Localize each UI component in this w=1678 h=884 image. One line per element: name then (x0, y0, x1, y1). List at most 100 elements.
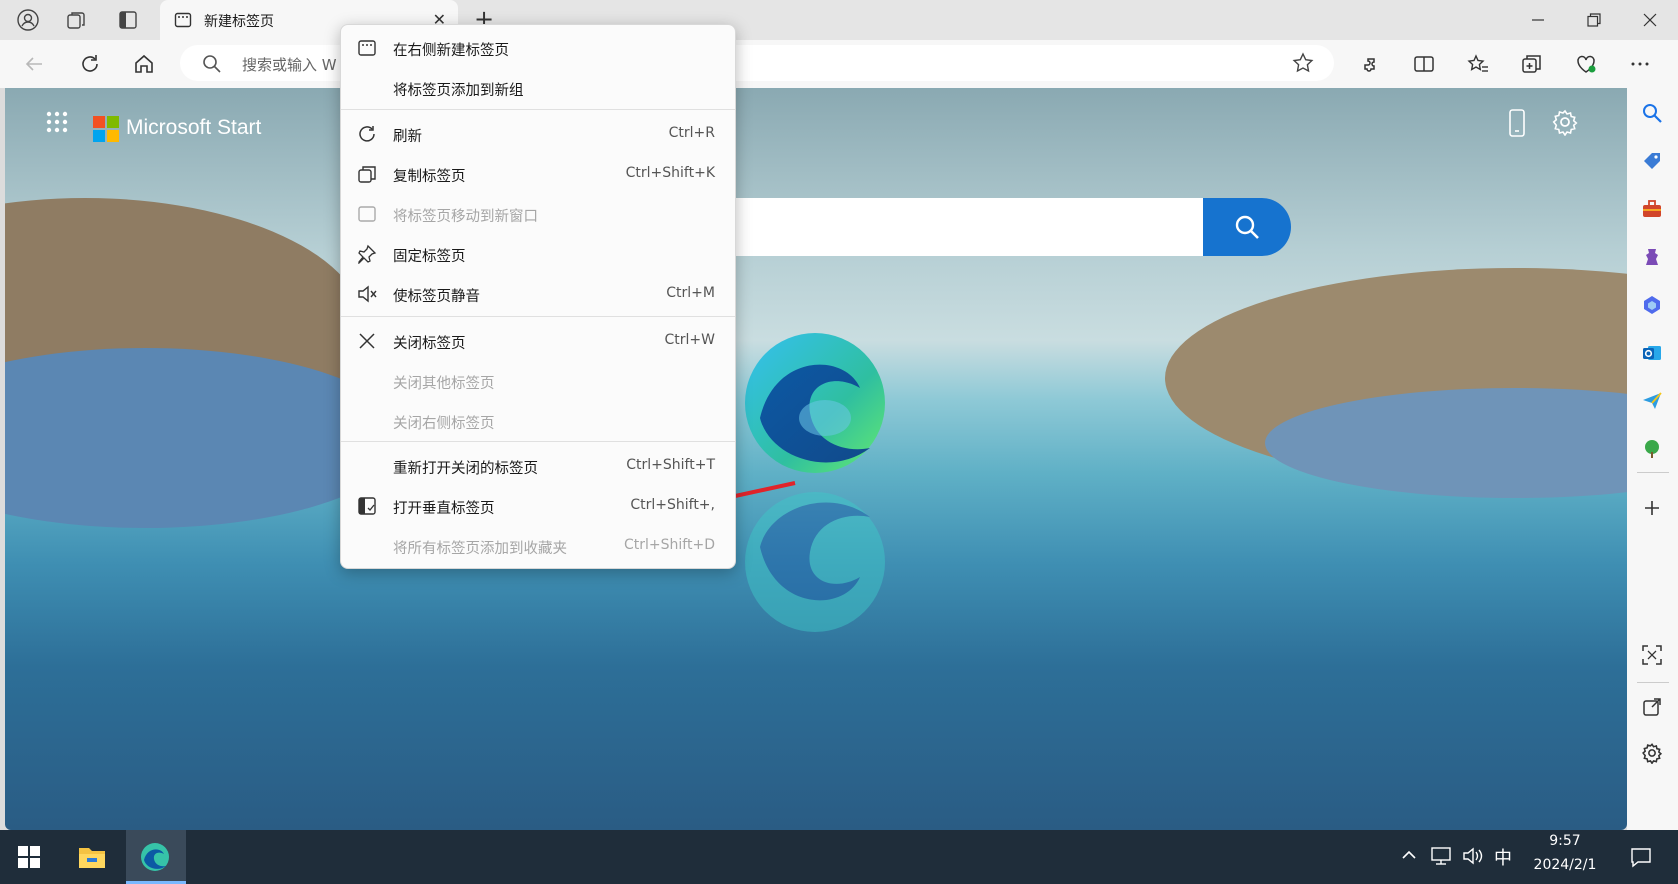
taskbar: 中 9:57 2024/2/1 (0, 830, 1678, 884)
menu-item-close-tab[interactable]: 关闭标签页 Ctrl+W (341, 321, 735, 361)
tab-title: 新建标签页 (204, 14, 274, 30)
new-tab-page: Microsoft Start (5, 88, 1627, 830)
pin-icon (357, 244, 377, 265)
sidebar-shopping-icon[interactable] (1635, 144, 1669, 178)
mute-icon (357, 284, 377, 304)
menu-item-label: 关闭标签页 (393, 336, 466, 352)
menu-item-label: 固定标签页 (393, 249, 466, 265)
sidebar-outlook-icon[interactable] (1635, 336, 1669, 370)
sidebar-tools-icon[interactable] (1635, 192, 1669, 226)
search-icon (202, 54, 222, 78)
menu-item-shortcut: Ctrl+Shift+, (630, 497, 715, 513)
duplicate-icon (357, 164, 377, 184)
edge-taskbar-icon (140, 842, 170, 876)
apps-grid-icon[interactable] (45, 110, 69, 138)
collections-icon[interactable] (1514, 46, 1550, 82)
menu-item-label: 在右侧新建标签页 (393, 43, 509, 59)
clock-date[interactable]: 2024/2/1 (1520, 857, 1610, 873)
web-search-input[interactable] (685, 198, 1205, 256)
notification-icon[interactable] (1630, 846, 1652, 872)
sidebar-microsoft365-icon[interactable] (1635, 288, 1669, 322)
profile-icon[interactable] (8, 4, 48, 36)
menu-item-close-right: 关闭右侧标签页 (341, 401, 735, 441)
menu-item-new-tab-right[interactable]: 在右侧新建标签页 (341, 28, 735, 68)
home-icon[interactable] (126, 46, 162, 82)
close-icon (357, 331, 377, 351)
sidebar-tree-icon[interactable] (1635, 432, 1669, 466)
address-placeholder: 搜索或输入 W (242, 56, 337, 74)
menu-item-shortcut: Ctrl+Shift+K (625, 165, 715, 181)
menu-item-shortcut: Ctrl+W (664, 332, 715, 348)
refresh-icon[interactable] (72, 46, 108, 82)
show-hidden-icons-icon[interactable] (1400, 846, 1418, 869)
menu-item-close-others: 关闭其他标签页 (341, 361, 735, 401)
menu-item-shortcut: Ctrl+R (668, 125, 715, 141)
vertical-tabs-icon (357, 496, 377, 516)
menu-item-label: 关闭右侧标签页 (393, 416, 495, 432)
menu-item-label: 关闭其他标签页 (393, 376, 495, 392)
window-close-icon[interactable] (1622, 0, 1678, 40)
sidebar-open-external-icon[interactable] (1635, 690, 1669, 724)
restore-icon[interactable] (1566, 0, 1622, 40)
web-search-button[interactable] (1203, 198, 1291, 256)
ime-indicator[interactable]: 中 (1494, 844, 1512, 870)
menu-item-label: 将标签页添加到新组 (393, 83, 524, 99)
refresh-icon (357, 124, 377, 144)
network-icon[interactable] (1430, 846, 1452, 870)
menu-item-label: 复制标签页 (393, 169, 466, 185)
menu-item-label: 将所有标签页添加到收藏夹 (393, 541, 567, 557)
browser-essentials-icon[interactable] (1568, 46, 1604, 82)
menu-item-add-all-favorites: 将所有标签页添加到收藏夹 Ctrl+Shift+D (341, 526, 735, 566)
windows-start-icon[interactable] (18, 846, 40, 872)
menu-item-label: 使标签页静音 (393, 289, 480, 305)
edge-logo-icon (740, 328, 890, 482)
clock-time[interactable]: 9:57 (1535, 833, 1595, 849)
menu-item-label: 打开垂直标签页 (393, 501, 495, 517)
menu-item-label: 重新打开关闭的标签页 (393, 461, 538, 477)
split-screen-icon[interactable] (1406, 46, 1442, 82)
menu-item-add-to-group[interactable]: 将标签页添加到新组 (341, 68, 735, 108)
menu-separator (341, 441, 735, 442)
menu-item-shortcut: Ctrl+Shift+T (626, 457, 715, 473)
sidebar-screenshot-icon[interactable] (1635, 638, 1669, 672)
new-tab-icon (174, 11, 192, 33)
extensions-icon[interactable] (1352, 46, 1388, 82)
menu-item-shortcut: Ctrl+Shift+D (624, 537, 715, 553)
menu-separator (341, 316, 735, 317)
menu-item-vertical-tabs[interactable]: 打开垂直标签页 Ctrl+Shift+, (341, 486, 735, 526)
sidebar-add-icon[interactable] (1635, 491, 1669, 525)
tab-context-menu: 在右侧新建标签页 将标签页添加到新组 刷新 Ctrl+R 复制标签页 Ctrl+… (340, 24, 736, 569)
sidebar-games-icon[interactable] (1635, 240, 1669, 274)
menu-item-label: 刷新 (393, 129, 422, 145)
menu-item-reopen-closed[interactable]: 重新打开关闭的标签页 Ctrl+Shift+T (341, 446, 735, 486)
vertical-tabs-icon[interactable] (108, 4, 148, 36)
workspaces-icon[interactable] (56, 4, 96, 36)
menu-item-move-to-window: 将标签页移动到新窗口 (341, 194, 735, 234)
sidebar (1627, 88, 1678, 830)
more-menu-icon[interactable] (1622, 46, 1658, 82)
back-icon[interactable] (16, 46, 52, 82)
menu-item-mute[interactable]: 使标签页静音 Ctrl+M (341, 274, 735, 314)
sidebar-divider-2 (1637, 682, 1669, 683)
volume-icon[interactable] (1462, 846, 1484, 870)
favorites-icon[interactable] (1460, 46, 1496, 82)
sidebar-settings-icon[interactable] (1635, 736, 1669, 770)
tab-icon (357, 38, 377, 58)
sidebar-search-icon[interactable] (1635, 96, 1669, 130)
sidebar-drop-icon[interactable] (1635, 384, 1669, 418)
microsoft-start-brand[interactable]: Microsoft Start (126, 116, 261, 140)
taskbar-edge-button[interactable] (126, 830, 186, 884)
file-explorer-icon[interactable] (78, 844, 106, 874)
toolbar: 搜索或输入 W (0, 40, 1678, 88)
microsoft-logo-icon (93, 116, 119, 146)
minimize-icon[interactable] (1510, 0, 1566, 40)
sidebar-divider (1637, 472, 1669, 473)
window-icon (357, 204, 377, 224)
menu-item-pin[interactable]: 固定标签页 (341, 234, 735, 274)
menu-item-refresh[interactable]: 刷新 Ctrl+R (341, 114, 735, 154)
mobile-icon[interactable] (1505, 108, 1529, 142)
favorite-star-icon[interactable] (1292, 52, 1314, 78)
menu-separator (341, 109, 735, 110)
settings-gear-icon[interactable] (1551, 108, 1579, 140)
menu-item-duplicate[interactable]: 复制标签页 Ctrl+Shift+K (341, 154, 735, 194)
